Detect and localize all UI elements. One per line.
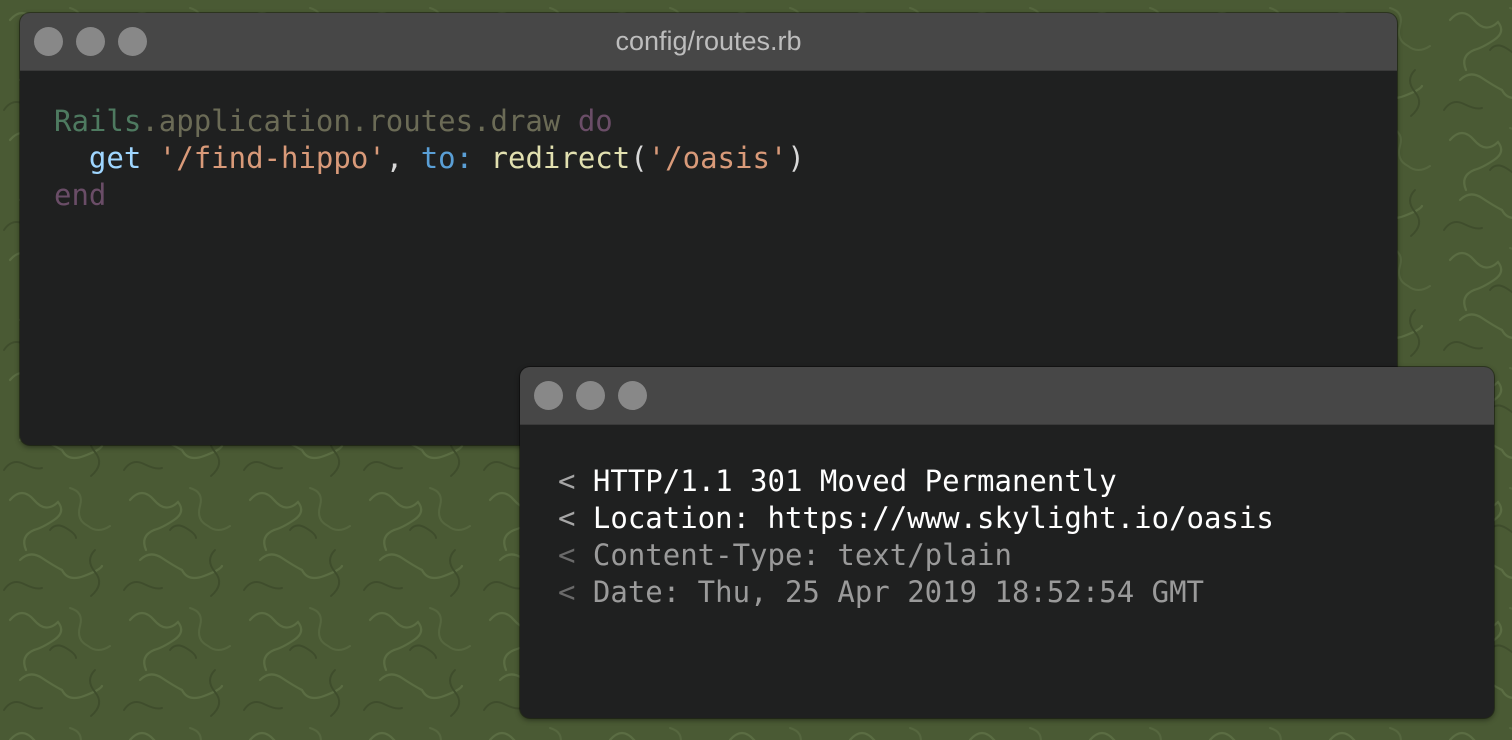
terminal-output[interactable]: < HTTP/1.1 301 Moved Permanently < Locati… <box>520 425 1494 611</box>
code-token: redirect <box>490 141 631 175</box>
code-token: ( <box>630 141 648 175</box>
code-area[interactable]: Rails.application.routes.draw do get '/f… <box>20 71 1397 214</box>
terminal-line: < HTTP/1.1 301 Moved Permanently <box>558 463 1494 500</box>
terminal-line: < Date: Thu, 25 Apr 2019 18:52:54 GMT <box>558 574 1494 611</box>
code-token: Rails <box>54 104 142 138</box>
editor-titlebar[interactable]: config/routes.rb <box>20 13 1397 71</box>
code-line: Rails.application.routes.draw do <box>54 103 1397 140</box>
editor-title: config/routes.rb <box>615 26 802 56</box>
terminal-text: Location: https://www.skylight.io/oasis <box>592 501 1274 535</box>
terminal-prompt: < <box>558 538 593 572</box>
terminal-line: < Location: https://www.skylight.io/oasi… <box>558 500 1494 537</box>
terminal-prompt: < <box>558 575 593 609</box>
code-token: , <box>385 141 421 175</box>
code-token: '/find-hippo' <box>158 141 386 175</box>
terminal-text: Content-Type: text/plain <box>592 538 1012 572</box>
terminal-text: HTTP/1.1 301 Moved Permanently <box>592 464 1117 498</box>
terminal-title <box>520 367 1494 424</box>
code-token: .application.routes.draw <box>141 104 578 138</box>
code-token: end <box>54 178 107 212</box>
code-token: do <box>577 104 613 138</box>
code-token: '/oasis' <box>647 141 788 175</box>
code-line: get '/find-hippo', to: redirect('/oasis'… <box>54 140 1397 177</box>
code-token: to: <box>420 141 474 175</box>
code-line: end <box>54 177 1397 214</box>
terminal-text: Date: Thu, 25 Apr 2019 18:52:54 GMT <box>592 575 1205 609</box>
code-token: get <box>88 141 142 175</box>
terminal-prompt: < <box>558 501 593 535</box>
terminal-line: < Content-Type: text/plain <box>558 537 1494 574</box>
code-token: ) <box>787 141 805 175</box>
terminal-window: < HTTP/1.1 301 Moved Permanently < Locati… <box>520 367 1494 718</box>
terminal-titlebar[interactable] <box>520 367 1494 425</box>
terminal-prompt: < <box>558 464 593 498</box>
